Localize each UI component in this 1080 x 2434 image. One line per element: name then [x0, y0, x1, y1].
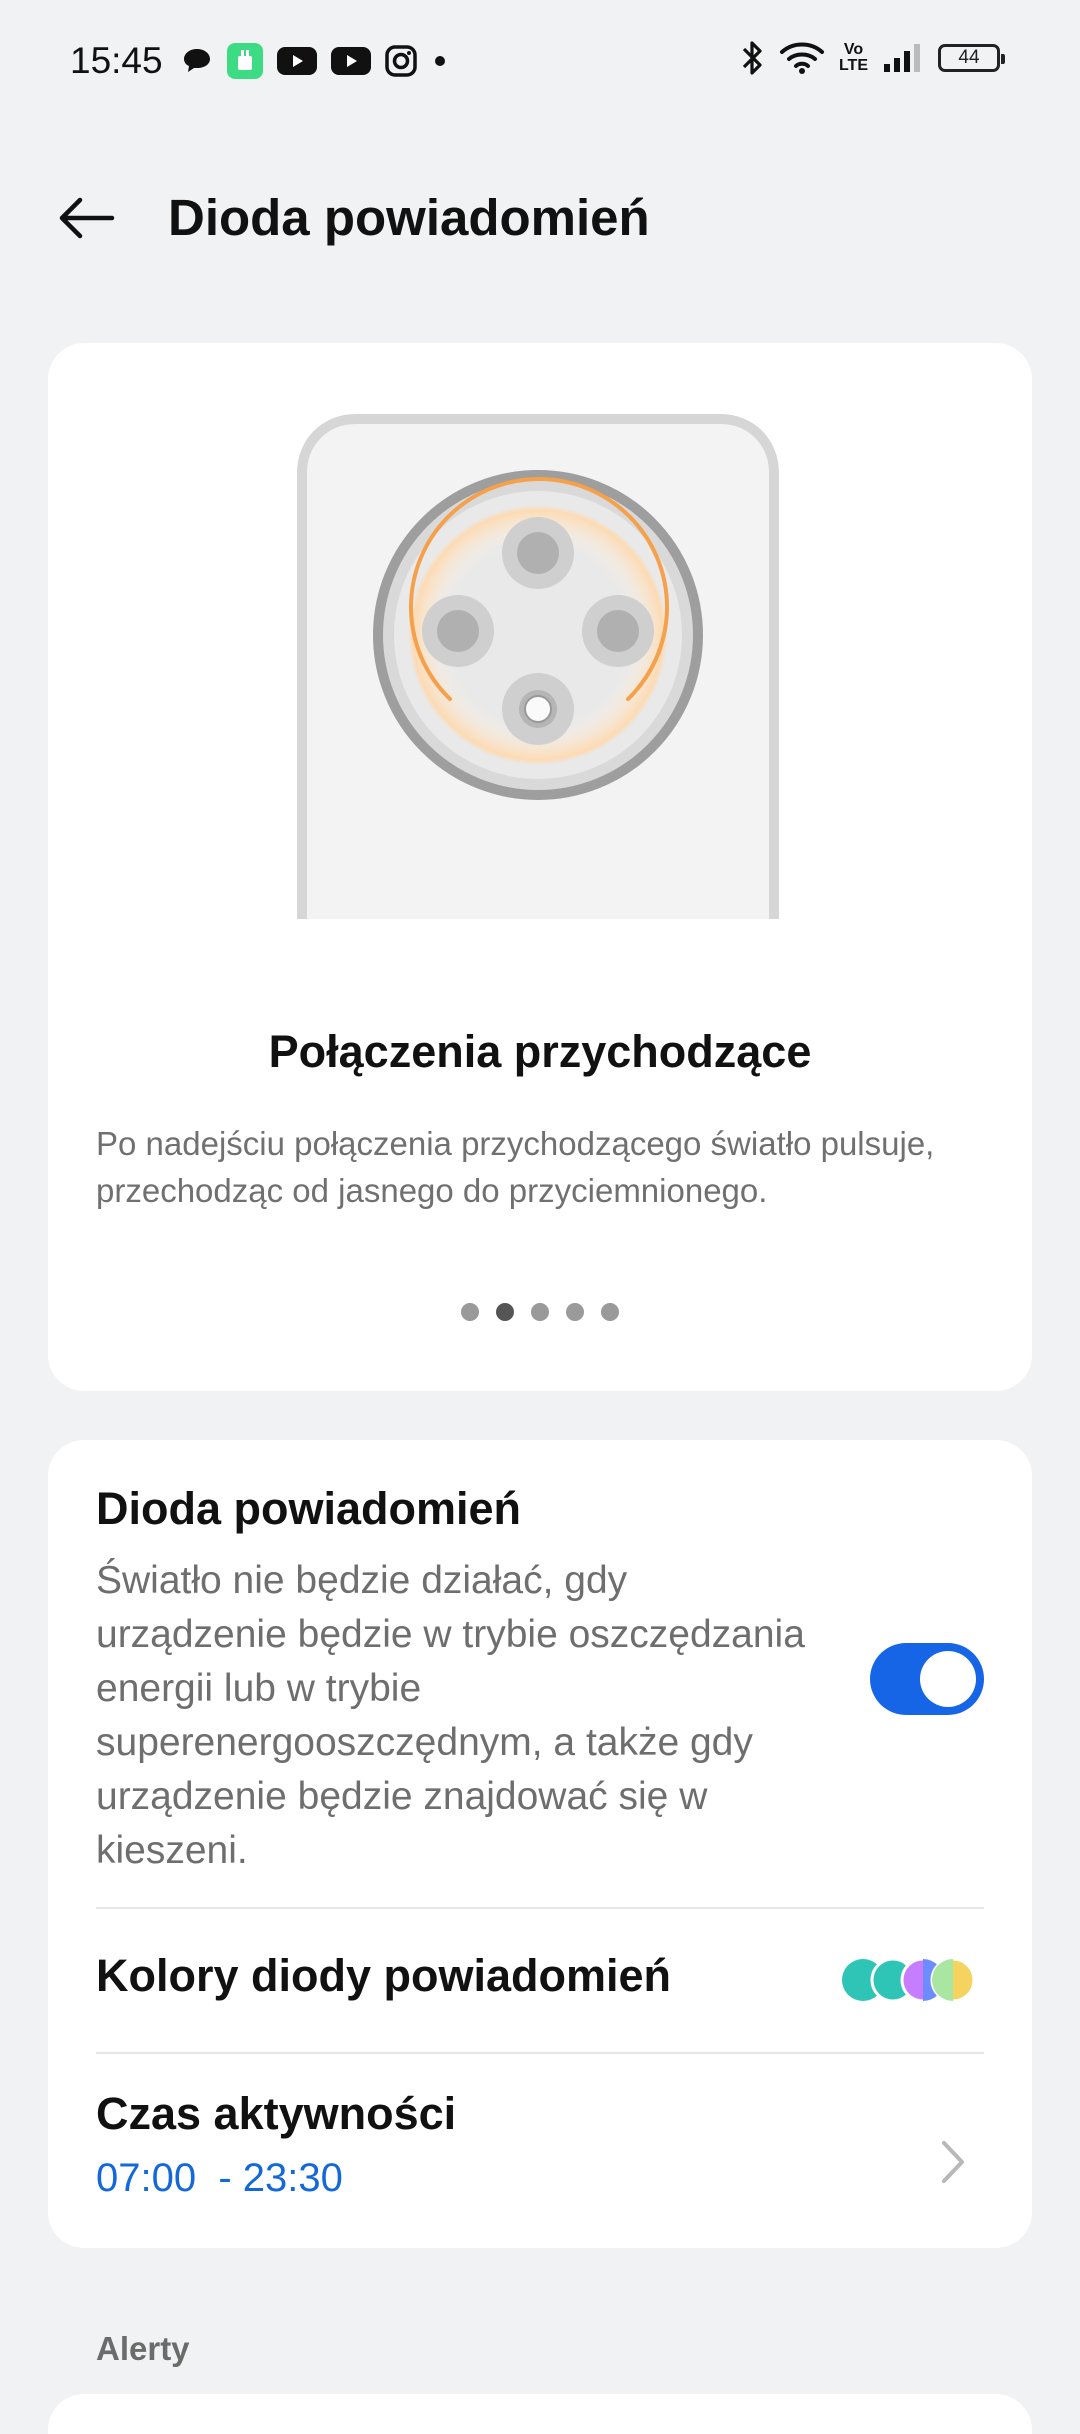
toggle-knob [920, 1651, 976, 1707]
chat-bubble-icon [180, 44, 214, 78]
volte-label-top: Vo [843, 41, 864, 58]
color-swatches-icon [842, 1957, 976, 2003]
signal-icon [882, 42, 924, 74]
led-colors-title: Kolory diody powiadomień [96, 1950, 672, 2001]
preview-description: Po nadejściu połączenia przychodzącego ś… [96, 1125, 935, 1209]
android-app-icon [226, 42, 264, 80]
preview-title: Połączenia przychodzące [268, 1026, 812, 1077]
pager-dot-active[interactable] [496, 1303, 514, 1321]
active-time-range: 07:00 - 23:30 [96, 2156, 343, 2200]
volte-label-bottom: LTE [838, 57, 868, 74]
divider [96, 1907, 984, 1909]
pager-dot[interactable] [566, 1303, 584, 1321]
led-toggle-title: Dioda powiadomień [96, 1483, 522, 1534]
youtube-icon [330, 45, 372, 77]
pager-dot[interactable] [531, 1303, 549, 1321]
volte-icon: Vo LTE [839, 42, 868, 74]
page-title: Dioda powiadomień [168, 189, 650, 246]
active-time-title: Czas aktywności [96, 2088, 457, 2139]
instagram-icon [384, 44, 418, 78]
phone-camera-illustration [297, 414, 779, 919]
wifi-icon [779, 40, 825, 76]
alerts-card [48, 2394, 1032, 2434]
notification-icons [180, 42, 450, 80]
back-button[interactable] [48, 185, 124, 251]
led-preview-card[interactable]: Połączenia przychodzące Po nadejściu poł… [48, 343, 1032, 1391]
pager-dot[interactable] [601, 1303, 619, 1321]
arrow-left-icon [59, 197, 115, 239]
pager-dot[interactable] [461, 1303, 479, 1321]
chevron-right-icon [942, 2141, 964, 2183]
section-header-alerts: Alerty [96, 2330, 190, 2367]
status-time: 15:45 [70, 40, 163, 81]
battery-icon: 44 [938, 44, 1005, 72]
youtube-icon [276, 45, 318, 77]
settings-card: Dioda powiadomień Światło nie będzie dzi… [48, 1440, 1032, 2248]
divider [96, 2052, 984, 2054]
more-dot-icon [430, 51, 450, 71]
pager-indicator[interactable] [48, 1303, 1032, 1321]
bluetooth-icon [739, 38, 765, 78]
led-toggle-description: Światło nie będzie działać, gdy urządzen… [96, 1559, 805, 1872]
status-bar: 15:45 Vo LTE 44 [0, 0, 1080, 125]
led-toggle-switch[interactable] [870, 1643, 984, 1715]
battery-level: 44 [958, 47, 980, 68]
system-status-icons: Vo LTE 44 [739, 38, 1005, 78]
